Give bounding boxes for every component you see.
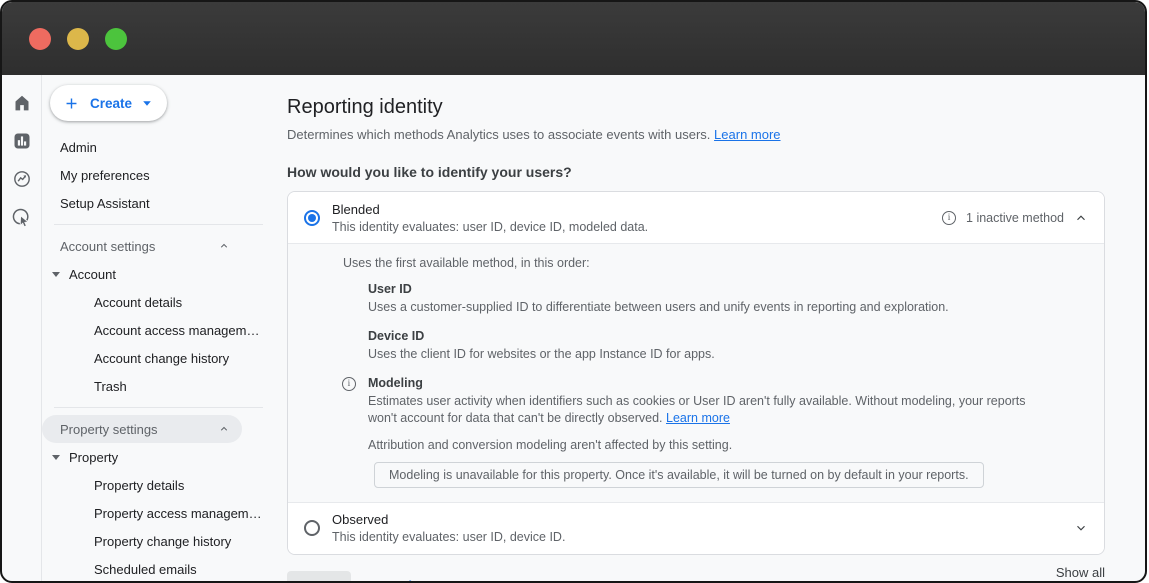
section-header-label: Account settings (60, 239, 155, 254)
sidebar-item-property-details[interactable]: Property details (42, 471, 271, 499)
sidebar-section-account-settings[interactable]: Account settings (42, 232, 242, 260)
desktop-background: Create Admin My preferences Setup Assist… (0, 0, 1149, 583)
sidebar-item-scheduled-emails[interactable]: Scheduled emails (42, 555, 271, 581)
sidebar-item-trash[interactable]: Trash (42, 372, 271, 400)
sidebar-item-account-access-management[interactable]: Account access managem… (42, 316, 271, 344)
analytics-admin-window: Create Admin My preferences Setup Assist… (0, 0, 1147, 583)
info-icon (942, 211, 956, 225)
expand-observed-button[interactable] (1074, 521, 1088, 535)
sidebar-item-admin[interactable]: Admin (42, 133, 271, 161)
sidebar-item-account-details[interactable]: Account details (42, 288, 271, 316)
explore-icon (12, 169, 32, 189)
blended-details-intro: Uses the first available method, in this… (343, 256, 1088, 270)
close-window-button[interactable] (29, 28, 51, 50)
window-titlebar (2, 2, 1145, 75)
sidebar-item-property-access-management[interactable]: Property access managem… (42, 499, 271, 527)
sidebar-group-account[interactable]: Account (42, 260, 271, 288)
method-device-id: Device ID Uses the client ID for website… (368, 329, 1088, 363)
chevron-up-icon (218, 240, 230, 252)
sidebar-item-property-change-history[interactable]: Property change history (42, 527, 271, 555)
observed-label: Observed (332, 512, 565, 527)
chevron-up-icon (1074, 211, 1088, 225)
sidebar-divider (54, 224, 263, 225)
inactive-method-status: 1 inactive method (966, 211, 1064, 225)
cancel-button[interactable]: Cancel (369, 578, 412, 582)
create-button-label: Create (90, 96, 132, 111)
method-user-id: User ID Uses a customer-supplied ID to d… (368, 282, 1088, 316)
home-icon (12, 93, 32, 113)
modeling-note: Attribution and conversion modeling aren… (368, 438, 1088, 452)
nav-home[interactable] (11, 93, 33, 113)
blended-radio[interactable] (304, 210, 320, 226)
learn-more-link[interactable]: Learn more (714, 127, 780, 142)
collapse-blended-button[interactable] (1074, 211, 1088, 225)
advertising-icon (11, 207, 32, 228)
reports-icon (12, 131, 32, 151)
group-label: Property (69, 450, 118, 465)
observed-description: This identity evaluates: user ID, device… (332, 530, 565, 544)
reporting-identity-card: Blended This identity evaluates: user ID… (287, 191, 1105, 555)
modeling-info-icon (342, 377, 356, 391)
nav-advertising[interactable] (11, 207, 33, 227)
create-button[interactable]: Create (50, 85, 167, 121)
triangle-down-icon (52, 272, 60, 277)
method-modeling: Modeling Estimates user activity when id… (368, 376, 1088, 488)
triangle-down-icon (52, 455, 60, 460)
sidebar-item-setup-assistant[interactable]: Setup Assistant (42, 189, 271, 217)
save-button[interactable]: Save (287, 571, 351, 582)
sidebar-group-property[interactable]: Property (42, 443, 271, 471)
group-label: Account (69, 267, 116, 282)
modeling-unavailable-notice: Modeling is unavailable for this propert… (374, 462, 984, 488)
section-header-label: Property settings (60, 422, 158, 437)
chevron-down-icon (1074, 521, 1088, 535)
minimize-window-button[interactable] (67, 28, 89, 50)
page-subtitle: Determines which methods Analytics uses … (287, 126, 1105, 143)
zoom-window-button[interactable] (105, 28, 127, 50)
sidebar-divider (54, 407, 263, 408)
observed-option-row: Observed This identity evaluates: user I… (288, 503, 1104, 554)
observed-radio[interactable] (304, 520, 320, 536)
blended-description: This identity evaluates: user ID, device… (332, 220, 648, 234)
nav-explore[interactable] (11, 169, 33, 189)
sidebar-item-my-preferences[interactable]: My preferences (42, 161, 271, 189)
identify-users-question: How would you like to identify your user… (287, 163, 1105, 181)
modeling-learn-more-link[interactable]: Learn more (666, 411, 730, 425)
blended-option-row: Blended This identity evaluates: user ID… (288, 192, 1104, 243)
caret-down-icon (142, 98, 152, 108)
blended-label: Blended (332, 202, 648, 217)
sidebar-item-label: Setup Assistant (60, 196, 150, 211)
sidebar-item-account-change-history[interactable]: Account change history (42, 344, 271, 372)
nav-rail (2, 75, 42, 581)
blended-details: Uses the first available method, in this… (288, 243, 1104, 503)
sidebar-section-property-settings[interactable]: Property settings (42, 415, 242, 443)
show-all-link[interactable]: Show all (1056, 565, 1105, 580)
chevron-up-icon (218, 423, 230, 435)
plus-icon (63, 95, 80, 112)
sidebar-item-label: My preferences (60, 168, 150, 183)
page-title: Reporting identity (287, 95, 1105, 119)
sidebar-item-label: Admin (60, 140, 97, 155)
app-content: Create Admin My preferences Setup Assist… (2, 75, 1145, 581)
reporting-identity-panel: Reporting identity Determines which meth… (271, 75, 1145, 581)
admin-sidebar: Create Admin My preferences Setup Assist… (42, 75, 271, 581)
nav-reports[interactable] (11, 131, 33, 151)
